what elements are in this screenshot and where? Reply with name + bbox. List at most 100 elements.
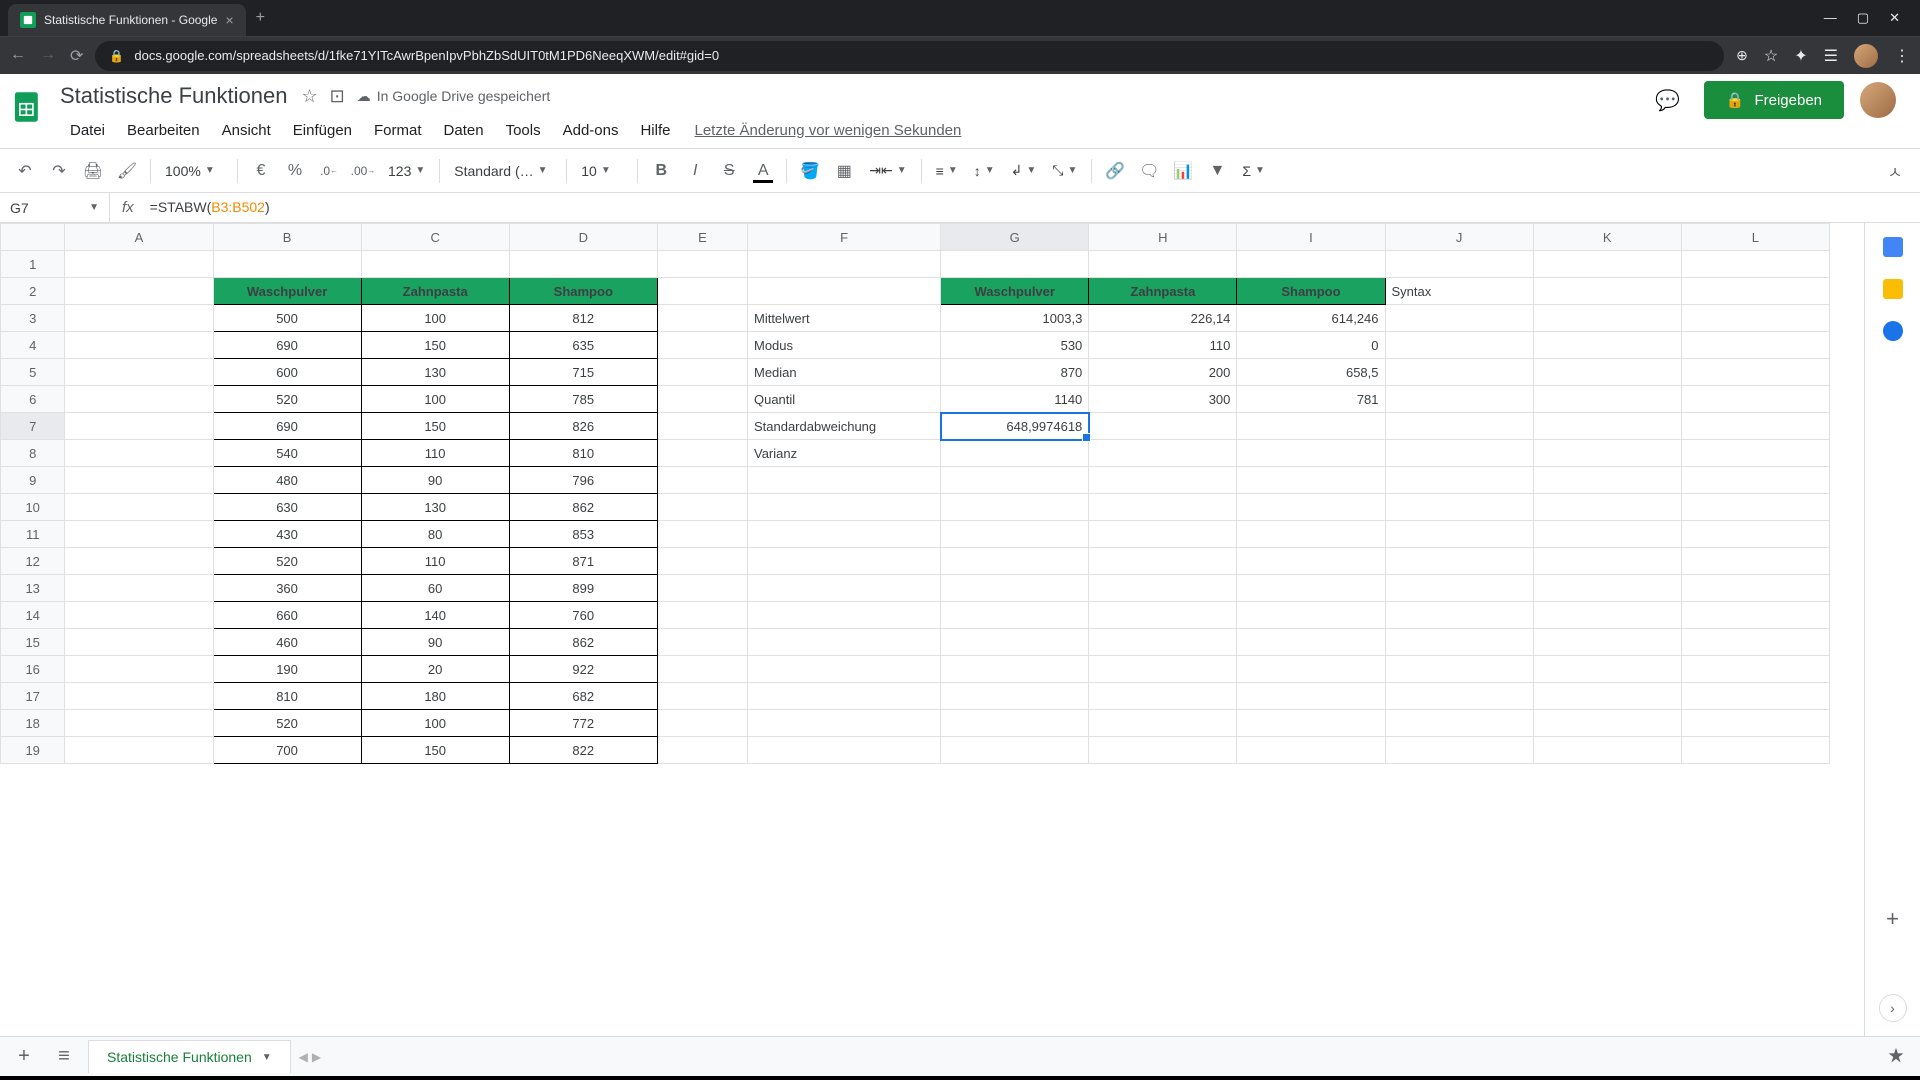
- cell[interactable]: 90: [361, 629, 509, 656]
- wrap-icon[interactable]: ↲▼: [1005, 162, 1043, 179]
- cell[interactable]: [1681, 575, 1829, 602]
- cell[interactable]: [1237, 251, 1385, 278]
- cell[interactable]: Waschpulver: [941, 278, 1089, 305]
- cell[interactable]: [1089, 494, 1237, 521]
- cell[interactable]: [1385, 332, 1533, 359]
- cell[interactable]: [657, 413, 747, 440]
- cell[interactable]: Shampoo: [1237, 278, 1385, 305]
- cell[interactable]: Syntax: [1385, 278, 1533, 305]
- cell[interactable]: 635: [509, 332, 657, 359]
- cell[interactable]: [1237, 629, 1385, 656]
- last-edit-link[interactable]: Letzte Änderung vor wenigen Sekunden: [694, 122, 961, 139]
- cell[interactable]: [941, 494, 1089, 521]
- strike-icon[interactable]: S: [714, 156, 744, 186]
- cell[interactable]: [657, 332, 747, 359]
- cell[interactable]: [65, 440, 213, 467]
- cell[interactable]: 500: [213, 305, 361, 332]
- cell[interactable]: [941, 575, 1089, 602]
- cell[interactable]: [941, 602, 1089, 629]
- tab-close-icon[interactable]: ×: [225, 12, 233, 28]
- increase-decimal-button[interactable]: .00→: [348, 156, 378, 186]
- cell[interactable]: [657, 251, 747, 278]
- fill-color-icon[interactable]: 🪣: [795, 156, 825, 186]
- cell[interactable]: [65, 332, 213, 359]
- cell[interactable]: [747, 629, 940, 656]
- cell[interactable]: [1533, 440, 1681, 467]
- row-header[interactable]: 6: [1, 386, 65, 413]
- cell[interactable]: [657, 575, 747, 602]
- cell[interactable]: 899: [509, 575, 657, 602]
- cell[interactable]: [657, 359, 747, 386]
- bold-icon[interactable]: B: [646, 156, 676, 186]
- row-header[interactable]: 16: [1, 656, 65, 683]
- filter-icon[interactable]: ▼: [1202, 156, 1232, 186]
- select-all-corner[interactable]: [1, 224, 65, 251]
- row-header[interactable]: 18: [1, 710, 65, 737]
- undo-icon[interactable]: ↶: [10, 156, 40, 186]
- cell[interactable]: [1681, 413, 1829, 440]
- cell[interactable]: 772: [509, 710, 657, 737]
- cell[interactable]: [1385, 494, 1533, 521]
- cell[interactable]: [747, 278, 940, 305]
- col-header[interactable]: K: [1533, 224, 1681, 251]
- cell[interactable]: 150: [361, 413, 509, 440]
- cell[interactable]: [1089, 467, 1237, 494]
- col-header[interactable]: F: [747, 224, 940, 251]
- cell[interactable]: 822: [509, 737, 657, 764]
- sheet-prev-icon[interactable]: ◀: [299, 1050, 308, 1064]
- cell[interactable]: Shampoo: [509, 278, 657, 305]
- explore-icon[interactable]: [1880, 1041, 1912, 1073]
- cell[interactable]: [1681, 305, 1829, 332]
- zoom-icon[interactable]: ⊕: [1736, 47, 1748, 64]
- url-field[interactable]: 🔒 docs.google.com/spreadsheets/d/1fke71Y…: [95, 41, 1724, 71]
- cell[interactable]: [65, 359, 213, 386]
- cell[interactable]: [65, 521, 213, 548]
- star-icon[interactable]: ☆: [301, 86, 317, 107]
- cell[interactable]: [1533, 332, 1681, 359]
- link-icon[interactable]: 🔗: [1100, 156, 1130, 186]
- cell[interactable]: 300: [1089, 386, 1237, 413]
- cell[interactable]: 540: [213, 440, 361, 467]
- cell[interactable]: [65, 548, 213, 575]
- menu-bearbeiten[interactable]: Bearbeiten: [117, 118, 210, 143]
- cell[interactable]: [1237, 494, 1385, 521]
- menu-tools[interactable]: Tools: [496, 118, 551, 143]
- cell[interactable]: [657, 305, 747, 332]
- cell[interactable]: [1533, 386, 1681, 413]
- sheet-next-icon[interactable]: ▶: [312, 1050, 321, 1064]
- row-header[interactable]: 19: [1, 737, 65, 764]
- cell[interactable]: 922: [509, 656, 657, 683]
- cell[interactable]: [1385, 656, 1533, 683]
- cell[interactable]: [1385, 251, 1533, 278]
- cell[interactable]: [657, 602, 747, 629]
- row-header[interactable]: 14: [1, 602, 65, 629]
- sheet-tab[interactable]: Statistische Funktionen ▼: [88, 1040, 291, 1073]
- number-format-select[interactable]: 123▼: [382, 163, 431, 179]
- account-avatar-icon[interactable]: [1860, 82, 1896, 118]
- cell[interactable]: [1385, 683, 1533, 710]
- reload-icon[interactable]: ⟳: [70, 46, 83, 66]
- cell[interactable]: [361, 251, 509, 278]
- merge-cells-icon[interactable]: ⇥⇤▼: [863, 162, 912, 179]
- cell[interactable]: Quantil: [747, 386, 940, 413]
- menu-addons[interactable]: Add-ons: [553, 118, 629, 143]
- cell[interactable]: [1533, 629, 1681, 656]
- cell[interactable]: [1089, 251, 1237, 278]
- cell[interactable]: [65, 737, 213, 764]
- cell[interactable]: [65, 386, 213, 413]
- cell[interactable]: [65, 683, 213, 710]
- cell[interactable]: [1089, 521, 1237, 548]
- row-header[interactable]: 4: [1, 332, 65, 359]
- cell[interactable]: 60: [361, 575, 509, 602]
- cell[interactable]: 150: [361, 332, 509, 359]
- cell[interactable]: [1681, 737, 1829, 764]
- cell[interactable]: Varianz: [747, 440, 940, 467]
- row-header[interactable]: 13: [1, 575, 65, 602]
- cell[interactable]: [941, 629, 1089, 656]
- cell[interactable]: 614,246: [1237, 305, 1385, 332]
- cell[interactable]: [747, 737, 940, 764]
- cell[interactable]: [1681, 278, 1829, 305]
- col-header[interactable]: L: [1681, 224, 1829, 251]
- cell[interactable]: Modus: [747, 332, 940, 359]
- cell[interactable]: [1385, 602, 1533, 629]
